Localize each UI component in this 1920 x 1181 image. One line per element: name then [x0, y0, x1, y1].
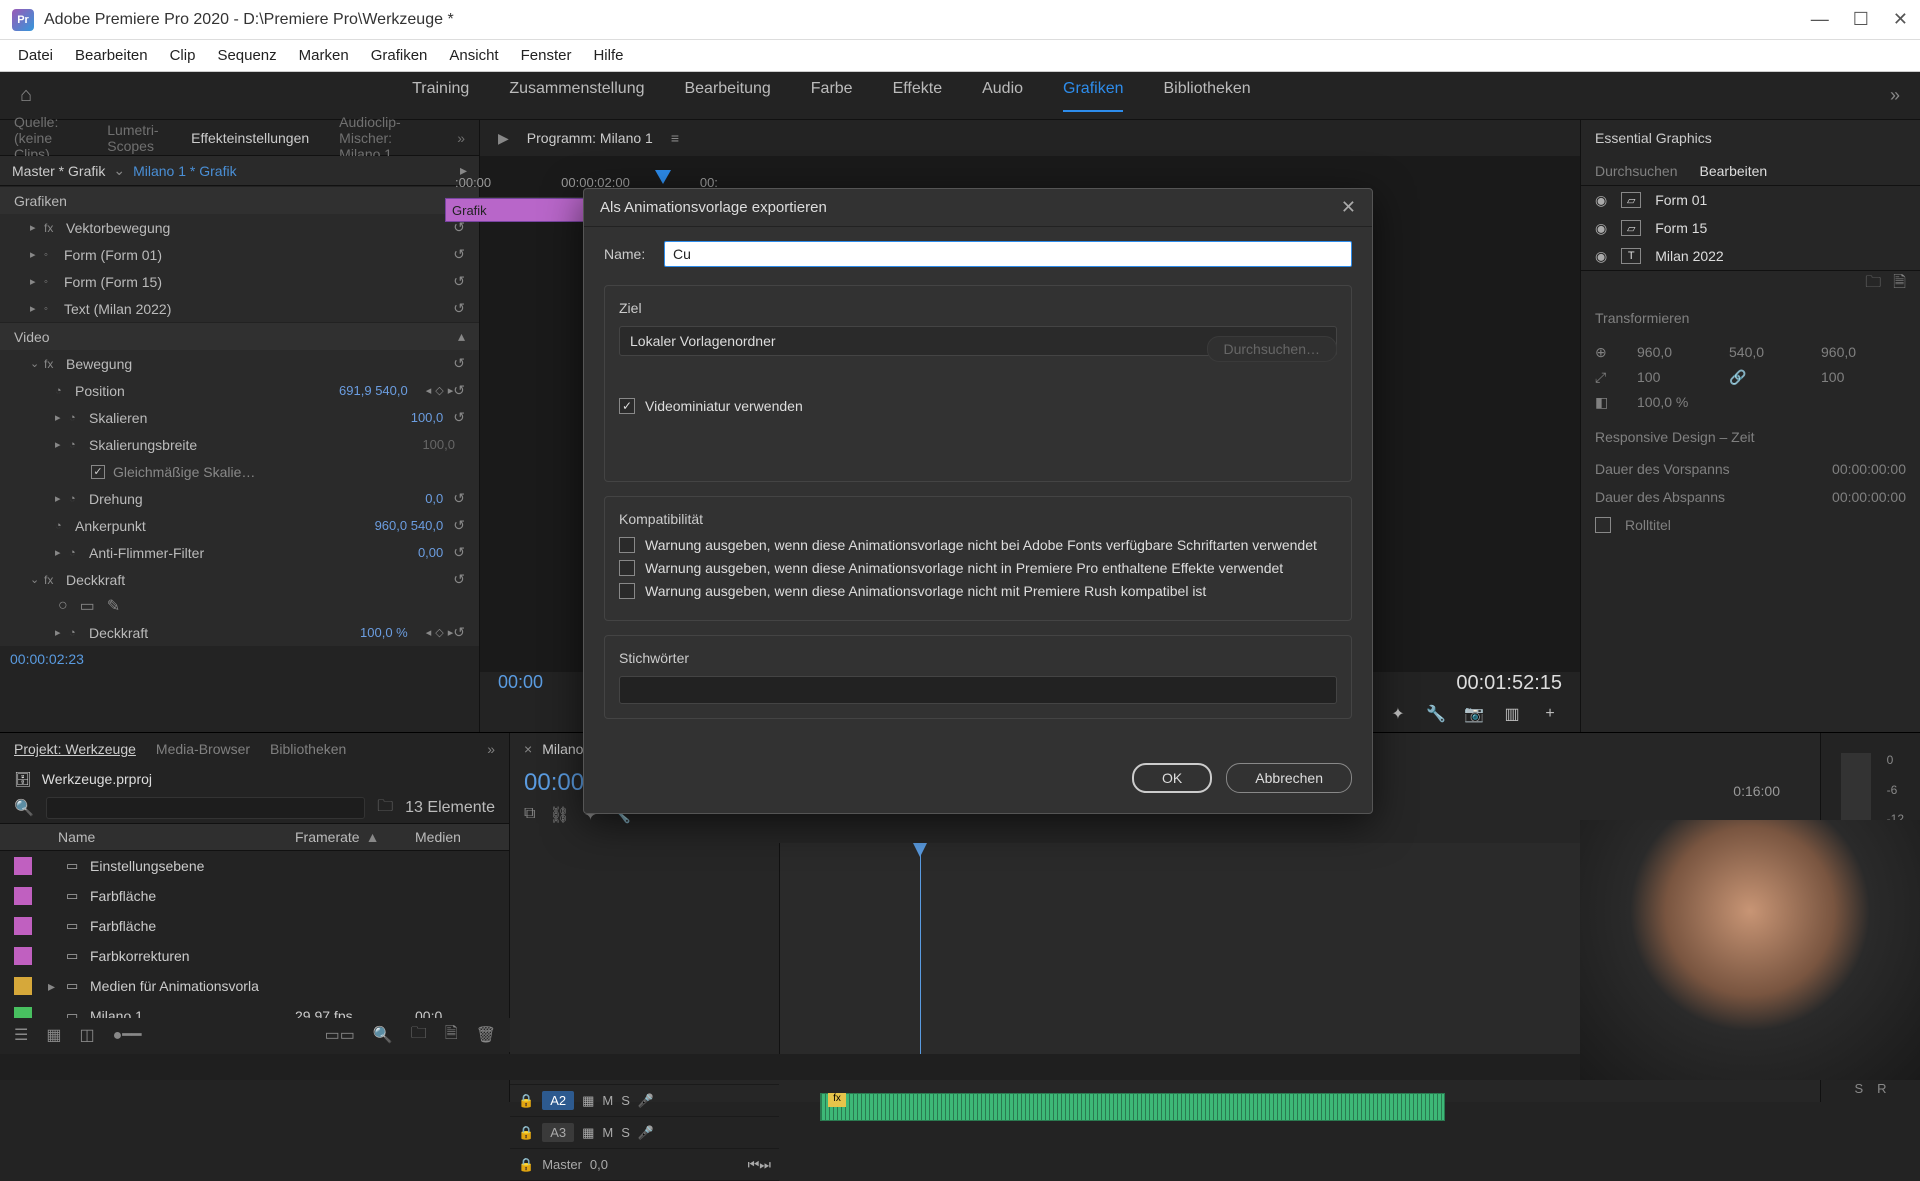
meter-record-button[interactable]: R — [1877, 1081, 1886, 1096]
cancel-button[interactable]: Abbrechen — [1226, 763, 1352, 793]
mute-button[interactable]: M — [602, 1125, 613, 1140]
video-thumbnail-label: Videominiatur verwenden — [645, 398, 803, 414]
src-patch-icon[interactable]: ▦ — [582, 1125, 594, 1141]
voice-icon[interactable]: 🎤 — [638, 1093, 654, 1109]
src-patch-icon[interactable]: ▦ — [582, 1093, 594, 1109]
audio-clip[interactable] — [820, 1093, 1445, 1121]
dialog-close-button[interactable]: ✕ — [1341, 197, 1356, 218]
dialog-title: Als Animationsvorlage exportieren — [600, 199, 827, 216]
lock-icon[interactable]: 🔒 — [518, 1125, 534, 1141]
track-a2[interactable]: A2 — [542, 1091, 574, 1110]
solo-button[interactable]: S — [621, 1093, 630, 1108]
master-value[interactable]: 0,0 — [590, 1157, 608, 1172]
video-thumbnail-checkbox[interactable] — [619, 398, 635, 414]
fx-badge-icon[interactable]: fx — [828, 1093, 846, 1107]
track-a3[interactable]: A3 — [542, 1123, 574, 1142]
compat-fonts-checkbox[interactable] — [619, 537, 635, 553]
compat-effects-checkbox[interactable] — [619, 560, 635, 576]
compat-label: Kompatibilität — [619, 511, 1337, 527]
template-name-input[interactable] — [664, 241, 1352, 267]
lock-icon[interactable]: 🔒 — [518, 1157, 534, 1173]
browse-button: Durchsuchen… — [1207, 336, 1338, 362]
compat-rush-checkbox[interactable] — [619, 583, 635, 599]
compat-fonts-label: Warnung ausgeben, wenn diese Animationsv… — [645, 537, 1317, 553]
ok-button[interactable]: OK — [1132, 763, 1212, 793]
name-label: Name: — [604, 246, 664, 262]
keywords-input[interactable] — [619, 676, 1337, 704]
keywords-label: Stichwörter — [619, 650, 1337, 666]
voice-icon[interactable]: 🎤 — [638, 1125, 654, 1141]
meter-solo-button[interactable]: S — [1854, 1081, 1863, 1096]
track-master[interactable]: Master — [542, 1157, 582, 1172]
solo-button[interactable]: S — [621, 1125, 630, 1140]
compat-rush-label: Warnung ausgeben, wenn diese Animationsv… — [645, 583, 1206, 599]
mute-button[interactable]: M — [602, 1093, 613, 1108]
compat-effects-label: Warnung ausgeben, wenn diese Animationsv… — [645, 560, 1283, 576]
destination-label: Ziel — [619, 300, 1337, 316]
lock-icon[interactable]: 🔒 — [518, 1093, 534, 1109]
end-marker-icon[interactable]: ⏮⏭ — [748, 1157, 771, 1173]
export-motion-template-dialog: Als Animationsvorlage exportieren ✕ Name… — [583, 188, 1373, 814]
